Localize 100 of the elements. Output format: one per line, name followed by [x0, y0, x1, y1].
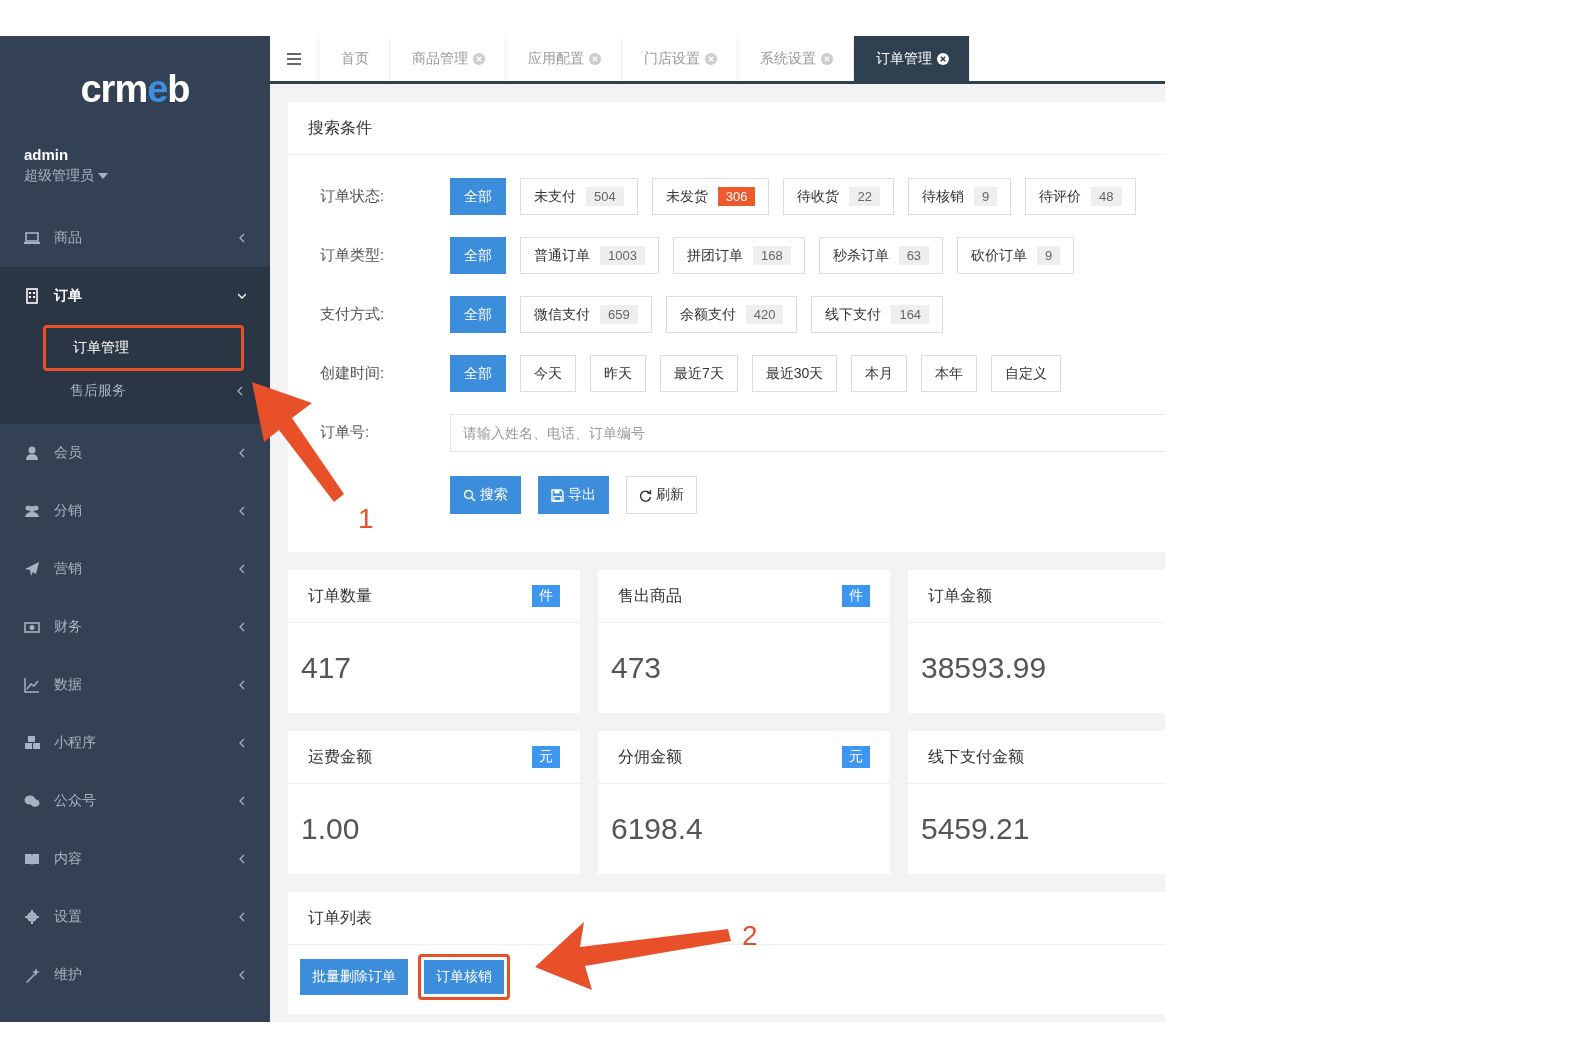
close-icon[interactable]	[937, 52, 949, 65]
action-button[interactable]: 订单核销	[418, 954, 510, 1000]
book-icon	[24, 851, 40, 867]
filter-option[interactable]: 待核销 9	[907, 178, 1012, 215]
chevron-left-icon	[238, 564, 246, 574]
filter-option[interactable]: 自定义	[991, 355, 1062, 392]
settings-icon	[24, 909, 40, 925]
unit-badge: 件	[842, 585, 870, 607]
stat-value: 5459.21	[921, 812, 1030, 846]
count-badge: 420	[745, 305, 784, 324]
filter-option[interactable]: 待收货 22	[783, 178, 894, 215]
filter-option[interactable]: 本年	[921, 355, 978, 392]
caret-icon[interactable]	[98, 173, 108, 179]
filter-label: 支付方式:	[320, 305, 386, 324]
tab[interactable]: 门店设置	[622, 36, 738, 81]
filter-option[interactable]: 拼团订单 168	[672, 237, 805, 274]
menu-item[interactable]: 财务	[0, 598, 270, 656]
tab[interactable]: 首页	[319, 36, 390, 81]
filter-option[interactable]: 今天	[520, 355, 576, 392]
crmeb-logo: crmeb	[80, 67, 190, 112]
search-button[interactable]: 搜索	[450, 476, 521, 514]
filter-option[interactable]: 全部	[450, 296, 506, 333]
export-button[interactable]: 导出	[538, 476, 609, 514]
stat-value: 473	[611, 651, 662, 685]
tab[interactable]: 订单管理	[854, 36, 970, 81]
chevron-left-icon	[236, 386, 244, 396]
menu-item[interactable]: 商品	[0, 209, 270, 267]
menu-item[interactable]: 维护	[0, 946, 270, 1004]
filter-option[interactable]: 全部	[450, 178, 506, 215]
menu-item[interactable]: 小程序	[0, 714, 270, 772]
filter-option[interactable]: 普通订单 1003	[520, 237, 659, 274]
menu-item[interactable]: 会员	[0, 424, 270, 482]
filter-option[interactable]: 微信支付 659	[520, 296, 652, 333]
stat-title: 订单数量	[308, 585, 372, 606]
count-badge: 1003	[600, 246, 645, 265]
stat-value: 6198.4	[611, 812, 703, 846]
menu-item[interactable]: 数据	[0, 656, 270, 714]
filter-option[interactable]: 最近7天	[660, 355, 738, 392]
menu-icon[interactable]	[287, 52, 301, 65]
document-icon	[24, 288, 40, 304]
filter-option[interactable]: 秒杀订单 63	[818, 237, 944, 274]
filter-option[interactable]: 未支付 504	[520, 178, 638, 215]
chevron-left-icon	[238, 622, 246, 632]
count-badge: 168	[752, 246, 791, 265]
stat-title: 分佣金额	[618, 746, 682, 767]
count-badge: 9	[1037, 246, 1061, 265]
menu-item[interactable]: 设置	[0, 888, 270, 946]
count-badge: 9	[973, 187, 998, 206]
paper-plane-icon	[24, 561, 40, 577]
chevron-left-icon	[238, 233, 246, 243]
count-badge: 48	[1091, 187, 1122, 206]
stat-title: 运费金额	[308, 746, 372, 767]
order-number-field[interactable]: 请输入姓名、电话、订单编号	[450, 413, 1165, 452]
menu-item[interactable]: 内容	[0, 830, 270, 888]
tab[interactable]: 应用配置	[506, 36, 622, 81]
stat-value: 417	[301, 651, 352, 685]
annotation-number: 2	[742, 922, 758, 950]
filter-option[interactable]: 全部	[450, 355, 506, 392]
count-badge: 659	[600, 305, 638, 324]
card-title: 搜索条件	[308, 117, 372, 138]
filter-label: 订单类型:	[320, 246, 386, 265]
filter-label: 订单状态:	[320, 187, 386, 206]
filter-option[interactable]: 砍价订单 9	[957, 237, 1075, 274]
filter-option[interactable]: 线下支付 164	[811, 296, 944, 333]
chevron-left-icon	[238, 506, 246, 516]
filter-option[interactable]: 余额支付 420	[665, 296, 798, 333]
filter-option[interactable]: 昨天	[590, 355, 646, 392]
chevron-left-icon	[238, 448, 246, 458]
search-icon	[463, 488, 476, 502]
user-name: admin	[24, 146, 70, 163]
unit-badge: 件	[532, 585, 560, 607]
filter-label: 创建时间:	[320, 364, 386, 383]
menu-item[interactable]: 订单	[0, 267, 270, 325]
action-button[interactable]: 批量删除订单	[300, 959, 408, 995]
filter-option[interactable]: 未发货 306	[651, 178, 770, 215]
chat-bubbles-icon	[24, 793, 40, 809]
count-badge: 306	[717, 187, 756, 206]
filter-option[interactable]: 待评价 48	[1025, 178, 1136, 215]
stat-value: 1.00	[301, 812, 360, 846]
chevron-left-icon	[238, 680, 246, 690]
user-icon	[24, 445, 40, 461]
users-icon	[24, 503, 40, 519]
filter-option[interactable]: 本月	[851, 355, 908, 392]
tab[interactable]: 商品管理	[390, 36, 506, 81]
menu-item[interactable]: 分销	[0, 482, 270, 540]
refresh-button[interactable]: 刷新	[626, 476, 697, 514]
submenu-item[interactable]: 订单管理	[43, 325, 244, 371]
line-chart-icon	[24, 677, 40, 693]
menu-item[interactable]: 营销	[0, 540, 270, 598]
monitor-icon	[24, 230, 40, 246]
refresh-icon	[639, 488, 652, 502]
cubes-icon	[24, 735, 40, 751]
count-badge: 63	[898, 246, 930, 265]
money-icon	[24, 619, 40, 635]
menu-item[interactable]: 公众号	[0, 772, 270, 830]
chevron-left-icon	[238, 854, 246, 864]
submenu-item[interactable]: 售后服务	[43, 371, 244, 411]
filter-option[interactable]: 最近30天	[751, 355, 838, 392]
filter-option[interactable]: 全部	[450, 237, 506, 274]
stat-title: 线下支付金额	[928, 746, 1024, 767]
